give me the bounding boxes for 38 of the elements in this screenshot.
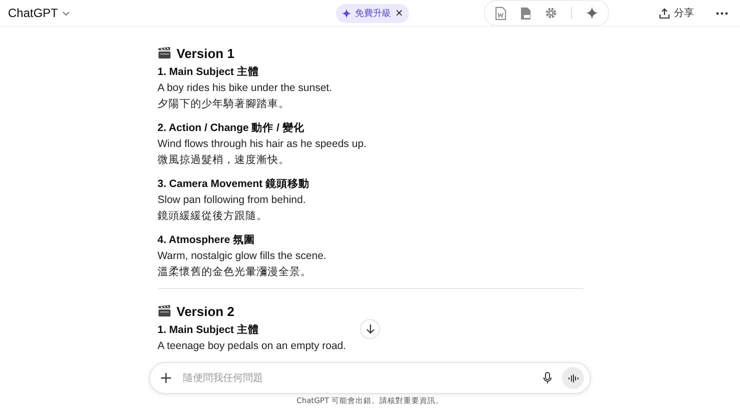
plus-icon[interactable] — [161, 373, 171, 383]
share-icon — [659, 8, 670, 18]
scroll-down-button[interactable] — [360, 319, 380, 339]
version-heading: Version 2 — [176, 304, 234, 318]
upgrade-badge[interactable]: 免費升級 × — [336, 4, 410, 22]
pdf-document-icon[interactable] — [520, 6, 532, 20]
english-text: Warm, nostalgic glow fills the scene. — [158, 249, 326, 264]
chinese-text: 溫柔懷舊的金色光暈瀰漫全景。 — [158, 265, 312, 280]
chinese-text: 夕陽下的少年騎著腳踏車。 — [158, 97, 290, 112]
arrow-down-icon — [366, 324, 374, 334]
microphone-icon[interactable] — [543, 372, 552, 384]
more-options-icon[interactable] — [716, 12, 728, 14]
english-text: A boy rides his bike under the sunset. — [158, 81, 332, 96]
section-heading: 3. Camera Movement 鏡頭移動 — [158, 177, 310, 192]
section-heading: 1. Main Subject 主體 — [158, 64, 259, 80]
close-button[interactable]: × — [395, 8, 404, 18]
voice-mode-button[interactable] — [562, 367, 584, 389]
share-button[interactable]: 分享 — [659, 6, 694, 20]
word-document-icon[interactable] — [495, 6, 506, 20]
chevron-down-icon[interactable] — [62, 10, 70, 16]
section-heading: 2. Action / Change 動作 / 變化 — [158, 121, 304, 136]
chinese-text: 微風掠過髮梢，速度漸快。 — [158, 153, 290, 168]
version-heading: Version 1 — [176, 46, 234, 60]
sparkle-icon[interactable] — [586, 7, 598, 19]
sound-wave-icon — [568, 374, 578, 382]
section-heading: 4. Atmosphere 氛圍 — [158, 233, 255, 248]
settings-icon[interactable] — [545, 7, 558, 19]
chinese-text: 鏡頭緩緩從後方跟隨。 — [158, 209, 268, 224]
section-heading: 1. Main Subject 主體 — [158, 322, 259, 338]
english-text: Wind flows through his hair as he speeds up. — [158, 137, 366, 152]
english-text: A teenage boy pedals on an empty road. — [158, 339, 346, 354]
clapperboard-icon — [158, 305, 170, 317]
message-composer[interactable]: 隨便問我任何問題 — [149, 362, 591, 394]
app-title[interactable]: ChatGPT — [8, 6, 58, 20]
english-text: Slow pan following from behind. — [158, 193, 306, 208]
clapperboard-icon — [158, 47, 170, 59]
message-input[interactable]: 隨便問我任何問題 — [181, 372, 533, 384]
sparkle-icon — [342, 8, 352, 18]
